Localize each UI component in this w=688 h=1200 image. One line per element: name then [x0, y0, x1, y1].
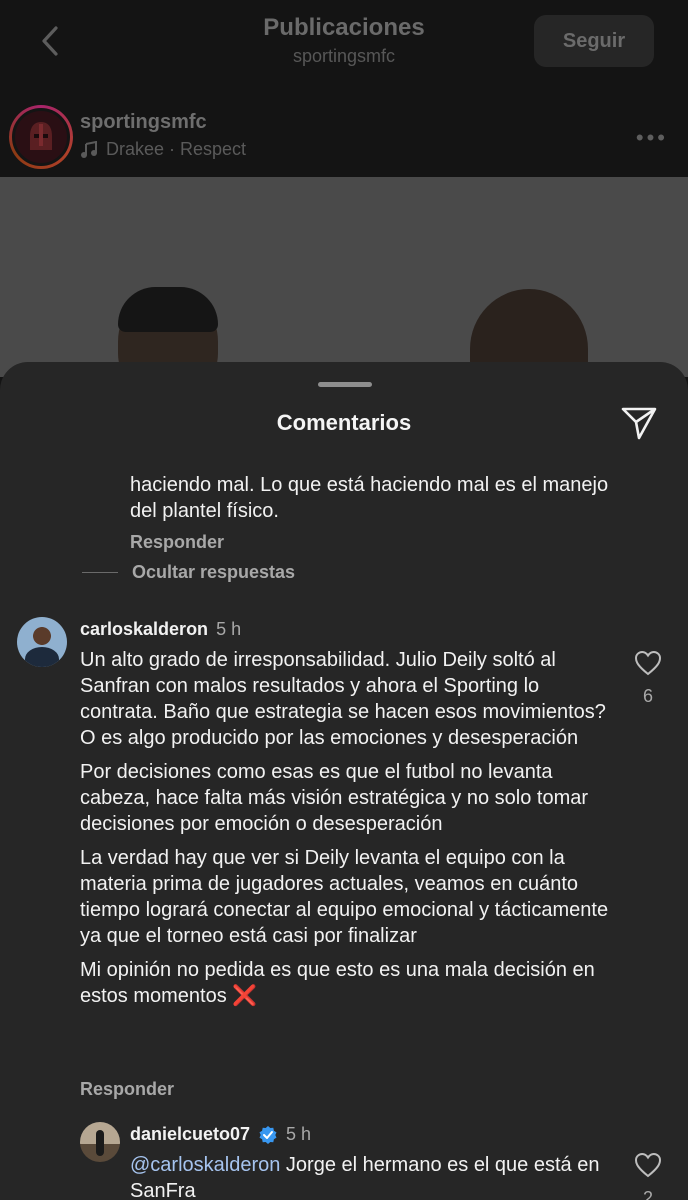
post-username[interactable]: sportingsmfc	[80, 111, 207, 134]
reply-username[interactable]: danielcueto07	[130, 1124, 250, 1145]
reply-body: @carloskalderon Jorge el hermano es el q…	[130, 1152, 610, 1200]
hide-replies-button[interactable]: Ocultar respuestas	[82, 562, 295, 583]
like-count: 6	[642, 686, 653, 706]
comments-sheet: Comentarios haciendo mal. Lo que está ha…	[0, 362, 688, 1200]
comment-paragraph: Por decisiones como esas es que el futbo…	[80, 761, 589, 835]
post-image	[0, 177, 688, 377]
mention-link[interactable]: @carloskalderon	[130, 1154, 280, 1176]
send-icon[interactable]	[620, 404, 658, 442]
sheet-grabber[interactable]	[318, 382, 372, 387]
comment-paragraph: La verdad hay que ver si Deily levanta e…	[80, 847, 609, 947]
previous-comment-text: haciendo mal. Lo que está haciendo mal e…	[130, 474, 609, 522]
thread-line	[82, 572, 118, 573]
reply-button[interactable]: Responder	[80, 1079, 174, 1100]
music-note-icon	[81, 140, 97, 158]
avatar[interactable]	[17, 617, 67, 667]
hide-replies-label: Ocultar respuestas	[132, 562, 296, 582]
follow-button[interactable]: Seguir	[534, 15, 654, 67]
reply-header: danielcueto07 5 h	[130, 1124, 311, 1145]
heart-icon[interactable]	[634, 1152, 662, 1178]
post-header: sportingsmfc Drakee · Respect •••	[0, 95, 688, 177]
post-avatar[interactable]	[9, 105, 73, 169]
reply-button[interactable]: Responder	[130, 532, 224, 553]
club-logo-icon	[12, 108, 70, 166]
comment-paragraph: Un alto grado de irresponsabilidad. Juli…	[80, 649, 606, 749]
avatar[interactable]	[80, 1122, 120, 1162]
verified-badge-icon	[259, 1125, 277, 1144]
more-horizontal-icon[interactable]: •••	[636, 125, 668, 151]
top-bar: Publicaciones sportingsmfc Seguir	[0, 0, 688, 95]
comment-paragraph: Mi opinión no pedida es que esto es una …	[80, 959, 595, 1007]
comment-time: 5 h	[216, 619, 242, 639]
comment-username[interactable]: carloskalderon	[80, 619, 208, 640]
post-music-label: Drakee · Respect	[106, 139, 247, 159]
heart-icon[interactable]	[634, 650, 662, 676]
person-left-hair	[118, 287, 218, 332]
comment-body: Un alto grado de irresponsabilidad. Juli…	[80, 647, 620, 1017]
like-count: 2	[642, 1188, 653, 1200]
comment-header: carloskalderon 5 h	[80, 619, 241, 640]
sheet-title: Comentarios	[276, 410, 412, 435]
reply-time: 5 h	[286, 1124, 312, 1144]
post-music[interactable]: Drakee · Respect	[80, 139, 246, 160]
